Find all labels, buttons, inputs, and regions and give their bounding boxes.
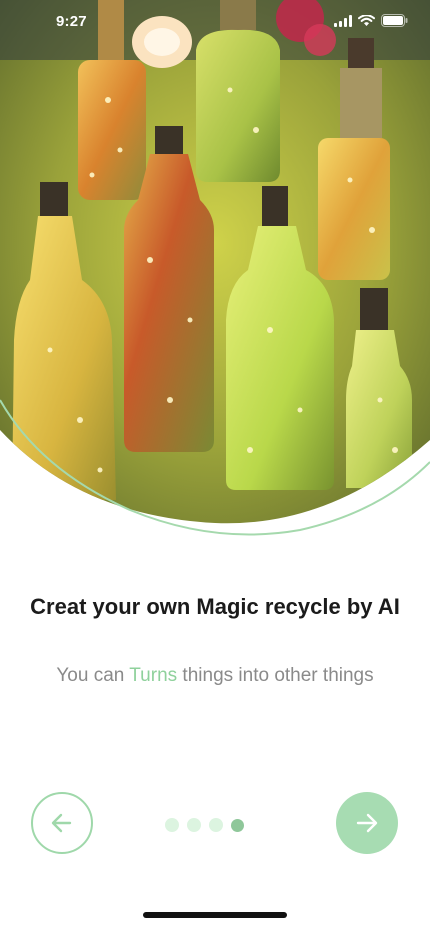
previous-button[interactable] bbox=[31, 792, 93, 854]
onboarding-title: Creat your own Magic recycle by AI bbox=[30, 594, 400, 619]
status-icons bbox=[334, 14, 408, 27]
subtitle-text-before: You can bbox=[56, 665, 130, 686]
pagination-dot bbox=[187, 818, 201, 832]
arrow-right-icon bbox=[356, 813, 378, 833]
signal-icon bbox=[334, 14, 352, 27]
subtitle-text-after: things into other things bbox=[177, 665, 374, 686]
next-button[interactable] bbox=[336, 792, 398, 854]
pagination-dots bbox=[165, 818, 244, 832]
hero-image bbox=[0, 0, 430, 540]
pagination-dot-active bbox=[231, 818, 244, 832]
subtitle-accent-word: Turns bbox=[129, 665, 178, 686]
wifi-icon bbox=[358, 14, 375, 26]
pagination-dot bbox=[165, 818, 179, 832]
battery-icon bbox=[381, 14, 408, 27]
onboarding-subtitle: You can Turns things into other things bbox=[10, 665, 420, 687]
arrow-left-icon bbox=[51, 813, 72, 833]
status-time: 9:27 bbox=[56, 13, 87, 30]
bottle-lights-photo bbox=[0, 0, 430, 536]
home-indicator bbox=[143, 912, 287, 918]
status-bar: 9:27 bbox=[0, 0, 430, 44]
pagination-dot bbox=[209, 818, 223, 832]
